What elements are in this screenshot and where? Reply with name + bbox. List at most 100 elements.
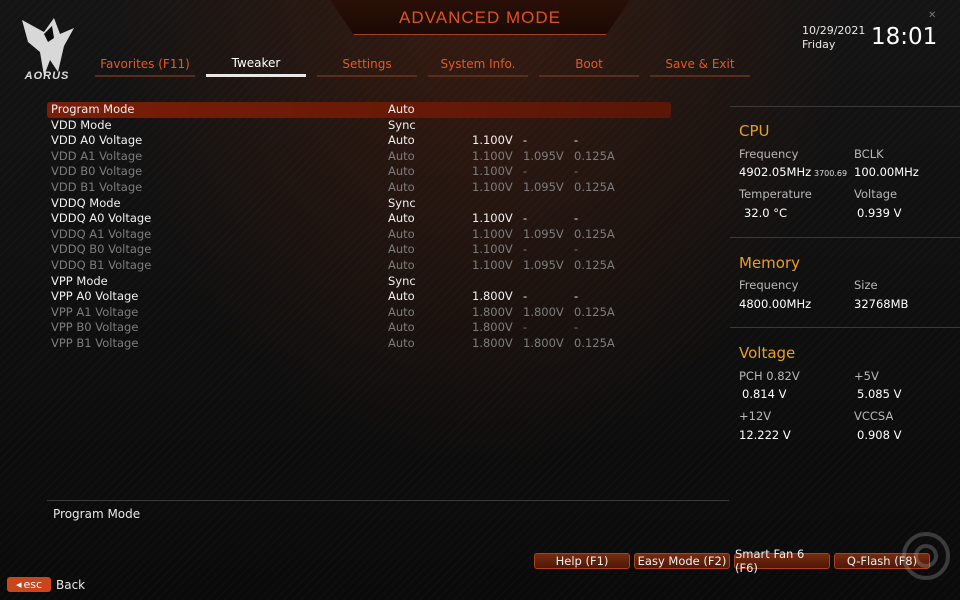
smart-fan-button[interactable]: Smart Fan 6 (F6) [734,547,830,575]
setting-row: VDD B0 Voltage Auto 1.100V - - [47,164,671,180]
pch-voltage-value: 0.814 V [742,387,787,401]
setting-name: VDD B0 Voltage [51,164,143,179]
setting-current-voltage: - [523,320,528,335]
memory-size-label: Size [854,278,878,292]
setting-value: Sync [388,195,416,210]
setting-name: VDDQ Mode [51,195,121,210]
setting-target-voltage: 1.100V [472,148,513,163]
setting-target-voltage: 1.100V [472,211,513,226]
setting-name: VDDQ A0 Voltage [51,211,152,226]
setting-target-voltage: 1.800V [472,320,513,335]
voltage-section-title: Voltage [739,344,796,362]
date-display: 10/29/2021 Friday [802,24,865,52]
cpu-temperature-label: Temperature [739,187,812,201]
setting-current: 0.125A [574,257,615,272]
close-icon[interactable]: ✕ [928,10,936,21]
setting-current-voltage: 1.095V [523,148,564,163]
setting-current: 0.125A [574,148,615,163]
setting-row[interactable]: VDD Mode Sync [47,118,671,134]
setting-row[interactable]: VDDQ Mode Sync [47,196,671,212]
tab-save-exit[interactable]: Save & Exit [650,40,750,77]
plus12v-label: +12V [739,409,772,423]
setting-row: VPP A1 Voltage Auto 1.800V 1.800V 0.125A [47,305,671,321]
setting-row[interactable]: VPP A0 Voltage Auto 1.800V - - [47,289,671,305]
settings-list: Program Mode Auto VDD Mode Sync VDD A0 Volta… [47,102,671,352]
panel-divider-cpu [730,237,960,238]
setting-current: 0.125A [574,179,615,194]
setting-current-voltage: - [523,164,528,179]
setting-row: VDD B1 Voltage Auto 1.100V 1.095V 0.125A [47,180,671,196]
panel-divider-top [730,106,960,107]
setting-name: VPP A1 Voltage [51,304,139,319]
gear-watermark-icon [902,532,950,580]
setting-row: VDDQ B0 Voltage Auto 1.100V - - [47,242,671,258]
setting-value: Auto [388,304,415,319]
day-text: Friday [802,38,836,51]
setting-name: VDDQ B1 Voltage [51,257,152,272]
setting-name: VDD B1 Voltage [51,179,143,194]
cpu-section-title: CPU [739,122,770,140]
setting-current: - [574,320,579,335]
setting-current-voltage: - [523,289,528,304]
vccsa-label: VCCSA [854,409,894,423]
cpu-voltage-value: 0.939 V [857,206,902,220]
setting-name: VDD Mode [51,117,112,132]
setting-current-voltage: 1.095V [523,179,564,194]
setting-row: VDDQ B1 Voltage Auto 1.100V 1.095V 0.125A [47,258,671,274]
setting-target-voltage: 1.100V [472,179,513,194]
setting-row[interactable]: VPP Mode Sync [47,274,671,290]
setting-row[interactable]: VDDQ A0 Voltage Auto 1.100V - - [47,211,671,227]
esc-button[interactable]: ◂ esc [7,577,51,592]
help-divider [47,500,729,501]
page-title: ADVANCED MODE [399,8,561,27]
setting-current: - [574,289,579,304]
easy-mode-button[interactable]: Easy Mode (F2) [634,553,730,569]
setting-value: Auto [388,242,415,257]
tab-settings[interactable]: Settings [317,40,417,77]
setting-value: Auto [388,179,415,194]
setting-name: VDD A0 Voltage [51,133,143,148]
setting-name: VDDQ A1 Voltage [51,226,152,241]
memory-size-value: 32768MB [854,297,909,311]
plus12v-value: 12.222 V [739,428,791,442]
setting-current-voltage: 1.800V [523,335,564,350]
date-text: 10/29/2021 [802,24,866,37]
setting-value: Auto [388,133,415,148]
vccsa-value: 0.908 V [857,428,902,442]
esc-label: esc [23,578,43,591]
tab-tweaker[interactable]: Tweaker [206,40,306,77]
cpu-temperature-value: 32.0 °C [744,206,788,220]
bclk-value: 100.00MHz [854,165,919,179]
help-button[interactable]: Help (F1) [534,553,630,569]
setting-row: VDD A1 Voltage Auto 1.100V 1.095V 0.125A [47,149,671,165]
setting-target-voltage: 1.800V [472,335,513,350]
tab-system-info[interactable]: System Info. [428,40,528,77]
clock-display: 18:01 [871,24,938,50]
setting-current: - [574,242,579,257]
plus5v-value: 5.085 V [857,387,902,401]
setting-target-voltage: 1.100V [472,164,513,179]
setting-value: Auto [388,257,415,272]
tab-boot[interactable]: Boot [539,40,639,77]
setting-value: Auto [388,164,415,179]
memory-section-title: Memory [739,254,801,272]
setting-value: Auto [388,148,415,163]
setting-row[interactable]: VDD A0 Voltage Auto 1.100V - - [47,133,671,149]
panel-divider-memory [730,327,960,328]
cpu-frequency-label: Frequency [739,147,799,161]
tab-favorites[interactable]: Favorites (F11) [95,40,195,77]
setting-row: VPP B0 Voltage Auto 1.800V - - [47,320,671,336]
setting-value: Sync [388,117,416,132]
setting-value: Auto [388,335,415,350]
setting-row[interactable]: Program Mode Auto [47,102,671,118]
setting-value: Sync [388,273,416,288]
setting-value: Auto [388,226,415,241]
setting-name: VPP Mode [51,273,108,288]
setting-value: Auto [388,289,415,304]
cpu-frequency-value: 4902.05MHz [739,165,812,179]
back-arrow-icon: ◂ [15,578,22,591]
setting-current: - [574,164,579,179]
back-label: Back [56,578,86,592]
setting-name: VPP B1 Voltage [51,335,139,350]
setting-current-voltage: - [523,242,528,257]
